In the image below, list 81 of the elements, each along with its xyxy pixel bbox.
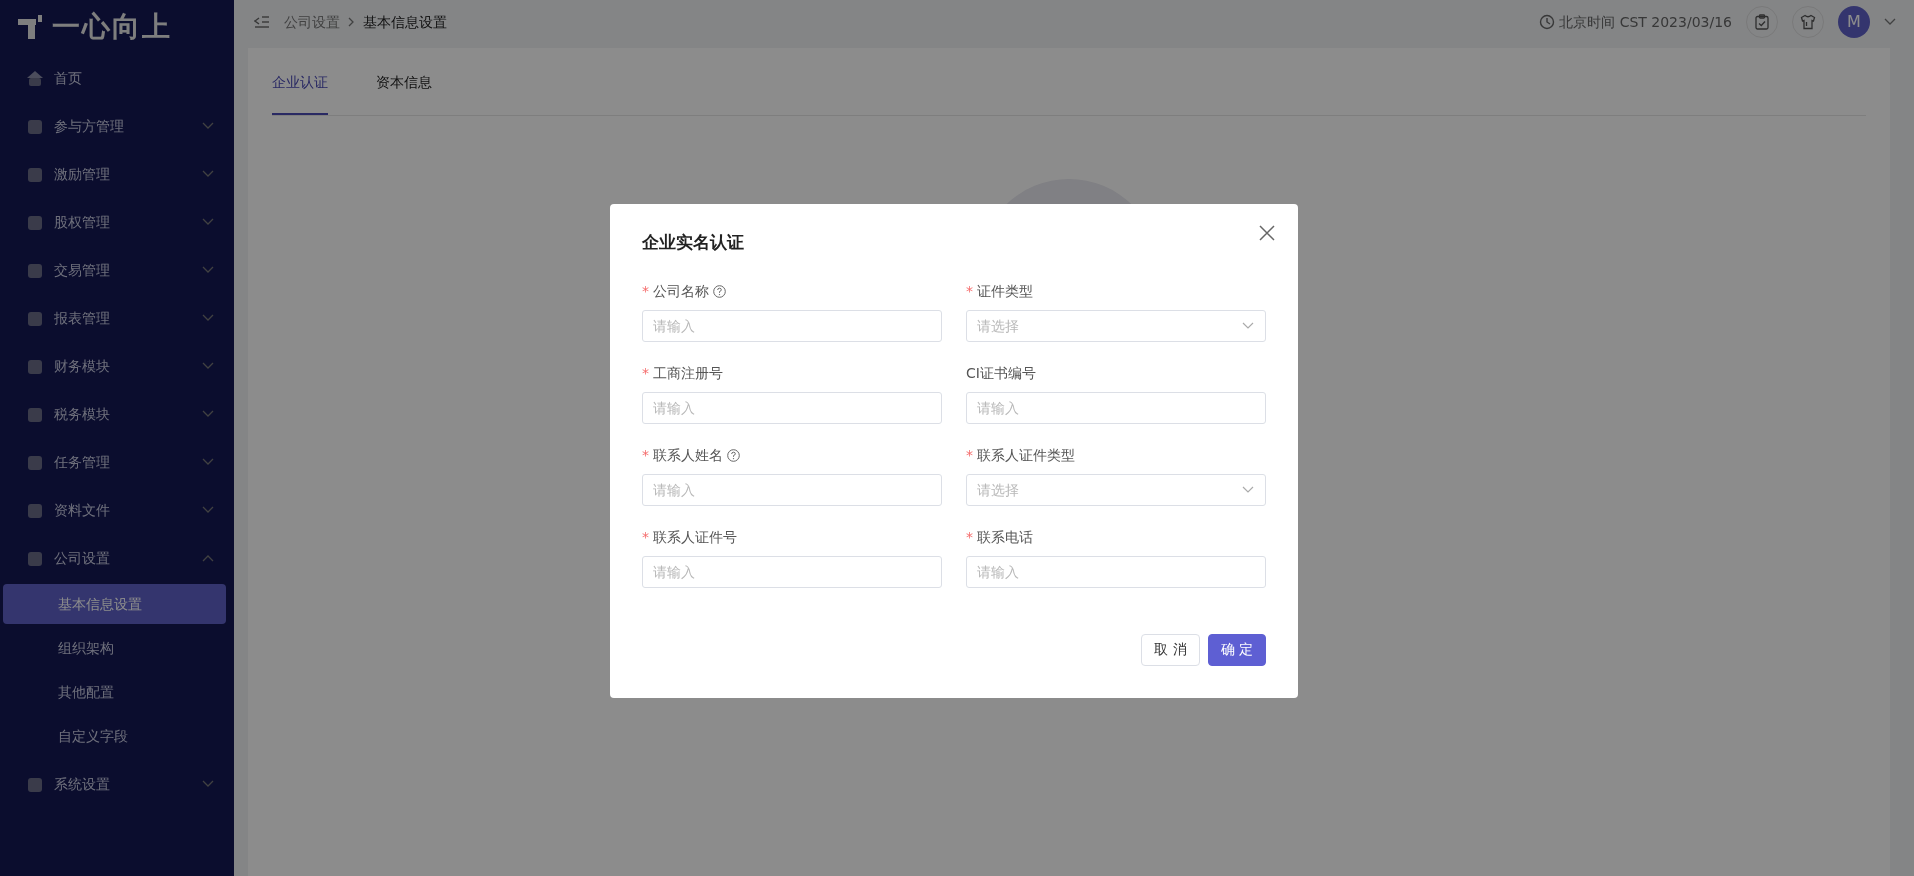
tile-icon [26, 453, 44, 471]
chevron-down-icon [1242, 485, 1254, 494]
house-icon [26, 69, 44, 87]
cancel-button[interactable]: 取 消 [1141, 633, 1200, 666]
tile-icon [26, 261, 44, 279]
tile-icon [26, 775, 44, 793]
field-label: CI证书编号 [966, 364, 1036, 383]
breadcrumb-item: 基本信息设置 [363, 12, 447, 32]
field-label: 公司名称 [653, 282, 709, 301]
shirt-icon [1800, 14, 1816, 30]
field-label: 联系电话 [977, 528, 1033, 547]
user-avatar[interactable]: M [1838, 6, 1870, 38]
time-text: 北京时间 CST 2023/03/16 [1559, 12, 1732, 32]
submenu-item[interactable]: 基本信息设置 [3, 584, 226, 624]
input-field[interactable]: 请输入 [966, 555, 1266, 588]
required-mark: * [966, 282, 973, 301]
sidebar-item[interactable]: 系统设置 [0, 760, 234, 808]
sidebar-item[interactable]: 交易管理 [0, 246, 234, 294]
input-field[interactable]: 请输入 [966, 391, 1266, 424]
tile-icon [26, 501, 44, 519]
select-field[interactable]: 请选择 [966, 309, 1266, 342]
sidebar-item[interactable]: 参与方管理 [0, 102, 234, 150]
tile-icon [26, 213, 44, 231]
sidebar-item[interactable]: 资料文件 [0, 486, 234, 534]
field-label: 工商注册号 [653, 364, 723, 383]
breadcrumb-item[interactable]: 公司设置 [284, 11, 340, 33]
chevron-down-icon [202, 780, 214, 788]
dialog-title: 企业实名认证 [642, 231, 745, 254]
field-label: 证件类型 [977, 282, 1033, 301]
chevron-down-icon [202, 122, 214, 130]
required-mark: * [642, 446, 649, 465]
required-mark: * [966, 528, 973, 547]
required-mark: * [642, 282, 649, 301]
field-label: 联系人证件号 [653, 528, 737, 547]
submenu-item[interactable]: 自定义字段 [3, 716, 226, 756]
chevron-down-icon [202, 266, 214, 274]
chevron-down-icon [1242, 321, 1254, 330]
chevron-down-icon [202, 506, 214, 514]
chevron-down-icon[interactable] [1884, 18, 1896, 26]
tab[interactable]: 资本信息 [376, 48, 432, 115]
logo-icon [18, 15, 44, 39]
confirm-button[interactable]: 确 定 [1207, 633, 1266, 666]
collapse-menu-icon[interactable] [254, 15, 270, 29]
chevron-up-icon [202, 554, 214, 562]
tile-icon [26, 357, 44, 375]
sidebar-item[interactable]: 税务模块 [0, 390, 234, 438]
input-field[interactable]: 请输入 [642, 309, 942, 342]
chevron-down-icon [202, 410, 214, 418]
tile-icon [26, 405, 44, 423]
tile-icon [26, 117, 44, 135]
sidebar-item[interactable]: 报表管理 [0, 294, 234, 342]
required-mark: * [642, 528, 649, 547]
chevron-down-icon [202, 314, 214, 322]
submenu-item[interactable]: 组织架构 [3, 628, 226, 668]
chevron-down-icon [202, 170, 214, 178]
sidebar-item[interactable]: 首页 [0, 54, 234, 102]
sidebar-item[interactable]: 公司设置 [0, 534, 234, 582]
sidebar-item[interactable]: 财务模块 [0, 342, 234, 390]
field-label: 联系人姓名 [653, 446, 723, 465]
tile-icon [26, 165, 44, 183]
chevron-down-icon [202, 362, 214, 370]
sidebar-item[interactable]: 任务管理 [0, 438, 234, 486]
sidebar-item[interactable]: 股权管理 [0, 198, 234, 246]
clipboard-icon [1755, 14, 1769, 30]
tab[interactable]: 企业认证 [272, 48, 328, 115]
input-field[interactable]: 请输入 [642, 555, 942, 588]
required-mark: * [966, 446, 973, 465]
field-label: 联系人证件类型 [977, 446, 1075, 465]
logo-text: 一心向上 [52, 9, 172, 45]
input-field[interactable]: 请输入 [642, 473, 942, 506]
clock-icon [1539, 14, 1556, 30]
chevron-right-icon [348, 17, 355, 27]
submenu-item[interactable]: 其他配置 [3, 672, 226, 712]
required-mark: * [642, 364, 649, 383]
chevron-down-icon [202, 218, 214, 226]
tile-icon [26, 309, 44, 327]
sidebar-item[interactable]: 激励管理 [0, 150, 234, 198]
input-field[interactable]: 请输入 [642, 391, 942, 424]
chevron-down-icon [202, 458, 214, 466]
select-field[interactable]: 请选择 [966, 473, 1266, 506]
tile-icon [26, 549, 44, 567]
